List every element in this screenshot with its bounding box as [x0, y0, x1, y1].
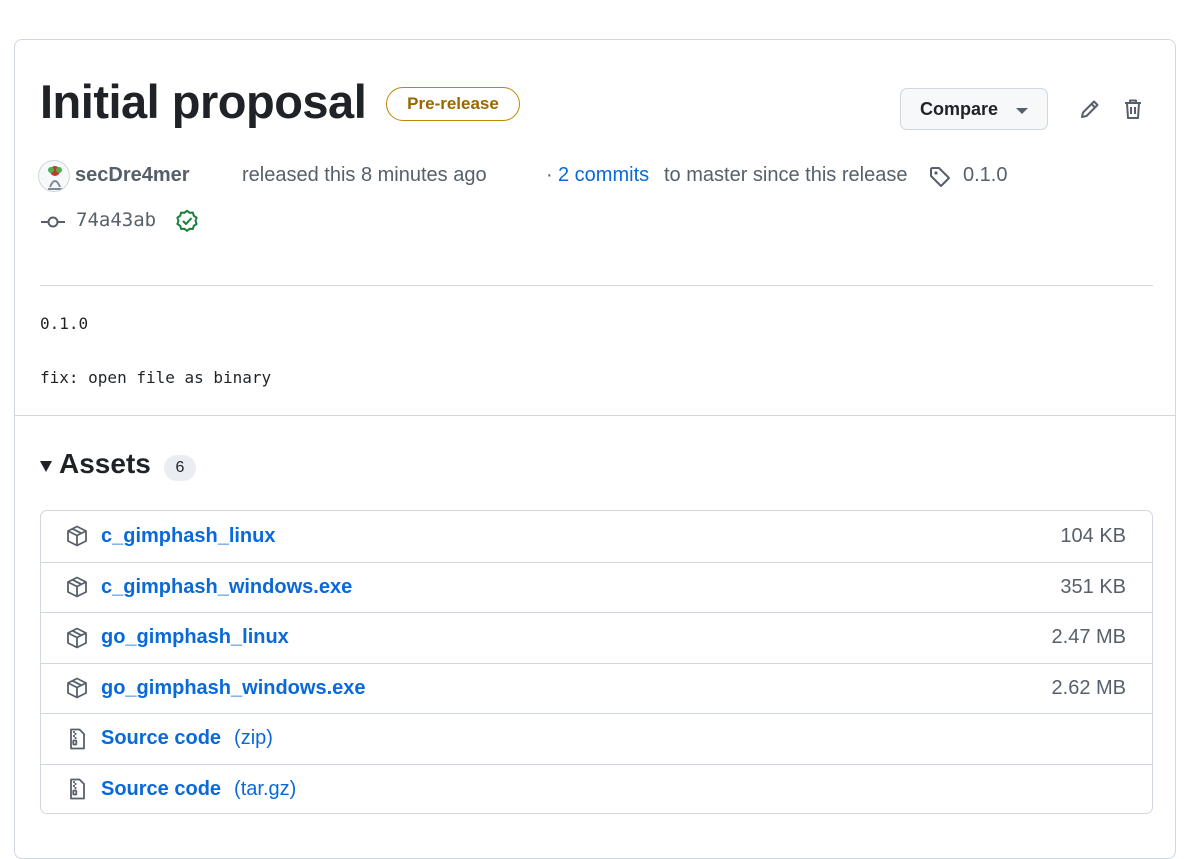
release-meta: secDre4mer released this 8 minutes ago ·…: [38, 158, 1158, 196]
pencil-icon: [1081, 100, 1099, 118]
asset-row: go_gimphash_windows.exe 2.62 MB: [41, 662, 1152, 714]
file-zip-icon: [65, 727, 89, 751]
assets-list: c_gimphash_linux 104 KB c_gimphash_windo…: [40, 510, 1153, 814]
asset-link[interactable]: Source code (tar.gz): [101, 778, 296, 801]
package-icon: [65, 626, 89, 650]
divider: [15, 415, 1176, 416]
asset-row: c_gimphash_linux 104 KB: [41, 511, 1152, 562]
git-commit-icon: [41, 216, 65, 228]
asset-name: Source code: [101, 777, 222, 800]
package-icon: [65, 676, 89, 700]
avatar[interactable]: [38, 160, 70, 192]
release-title: Initial proposal: [40, 75, 367, 128]
prerelease-badge: Pre-release: [386, 87, 520, 121]
asset-link[interactable]: go_gimphash_windows.exe: [101, 677, 366, 700]
separator-dot: ·: [546, 164, 553, 186]
asset-link[interactable]: Source code (zip): [101, 727, 273, 750]
asset-link[interactable]: c_gimphash_windows.exe: [101, 576, 352, 599]
compare-label: Compare: [920, 98, 999, 119]
released-text: released this 8 minutes ago: [242, 164, 487, 186]
triangle-down-icon: [40, 461, 52, 472]
assets-title: Assets: [59, 448, 151, 479]
release-notes-line: fix: open file as binary: [40, 368, 272, 387]
release-notes-line: 0.1.0: [40, 314, 89, 333]
edit-button[interactable]: [1075, 94, 1105, 124]
tag-link[interactable]: 0.1.0: [963, 164, 1007, 187]
asset-row: c_gimphash_windows.exe 351 KB: [41, 561, 1152, 613]
trash-icon: [1125, 99, 1141, 119]
asset-format: (tar.gz): [234, 777, 297, 800]
delete-button[interactable]: [1118, 94, 1148, 124]
compare-button[interactable]: Compare: [900, 88, 1048, 130]
asset-name: go_gimphash_windows.exe: [101, 676, 366, 699]
author-link[interactable]: secDre4mer: [75, 164, 190, 187]
asset-link[interactable]: go_gimphash_linux: [101, 626, 289, 649]
asset-name: Source code: [101, 727, 222, 750]
asset-name: c_gimphash_linux: [101, 524, 276, 547]
asset-size: 104 KB: [1060, 524, 1126, 547]
package-icon: [65, 575, 89, 599]
tag-icon: [930, 167, 950, 187]
asset-row: go_gimphash_linux 2.47 MB: [41, 612, 1152, 663]
divider: [40, 285, 1153, 286]
since-release-text: to master since this release: [664, 164, 908, 186]
asset-name: go_gimphash_linux: [101, 626, 289, 649]
avatar-image: [48, 166, 62, 190]
assets-toggle[interactable]: Assets 6: [40, 448, 240, 484]
asset-link[interactable]: c_gimphash_linux: [101, 525, 276, 548]
commits-link[interactable]: 2 commits: [558, 164, 649, 187]
asset-size: 2.47 MB: [1051, 626, 1126, 649]
assets-count-badge: 6: [164, 455, 196, 481]
commit-info: 74a43ab: [40, 208, 340, 236]
chevron-down-icon: [1016, 107, 1029, 114]
asset-row: Source code (tar.gz): [41, 763, 1152, 814]
asset-size: 351 KB: [1060, 575, 1126, 598]
package-icon: [65, 524, 89, 548]
asset-format: (zip): [234, 727, 273, 750]
verified-icon[interactable]: [175, 209, 199, 233]
asset-row: Source code (zip): [41, 713, 1152, 764]
file-zip-icon: [65, 777, 89, 801]
asset-name: c_gimphash_windows.exe: [101, 575, 353, 598]
commit-sha-link[interactable]: 74a43ab: [76, 209, 156, 231]
asset-size: 2.62 MB: [1051, 676, 1126, 699]
